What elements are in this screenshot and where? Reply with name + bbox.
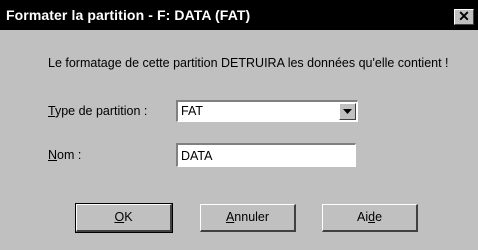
help-button[interactable]: Aide (322, 204, 418, 232)
close-button[interactable]: ✕ (454, 9, 474, 25)
help-label-pre: Ai (356, 210, 369, 224)
partition-type-label: Type de partition : (48, 104, 147, 118)
ok-label: K (124, 210, 133, 224)
help-label-rest: e (375, 210, 383, 224)
partition-type-dropdown[interactable]: FAT (176, 100, 358, 122)
cancel-label: nnuler (234, 210, 270, 224)
window-title: Formater la partition - F: DATA (FAT) (6, 7, 251, 23)
partition-type-mnemonic: T (48, 104, 55, 118)
warning-message: Le formatage de cette partition DETRUIRA… (48, 56, 449, 70)
format-partition-dialog: Formater la partition - F: DATA (FAT) ✕ … (0, 0, 478, 250)
ok-button[interactable]: OK (75, 203, 173, 233)
partition-type-label-text: ype de partition : (54, 104, 148, 118)
chevron-down-icon (343, 109, 352, 114)
partition-type-value: FAT (181, 104, 203, 118)
name-label: Nom : (48, 148, 81, 162)
close-icon: ✕ (458, 8, 470, 24)
name-mnemonic: N (48, 148, 58, 162)
title-bar[interactable]: Formater la partition - F: DATA (FAT) ✕ (0, 0, 478, 30)
cancel-button[interactable]: Annuler (200, 204, 296, 232)
name-label-text: om : (57, 148, 82, 162)
name-field[interactable] (176, 143, 356, 167)
ok-mnemonic: O (114, 210, 125, 224)
dropdown-button[interactable] (339, 103, 356, 120)
